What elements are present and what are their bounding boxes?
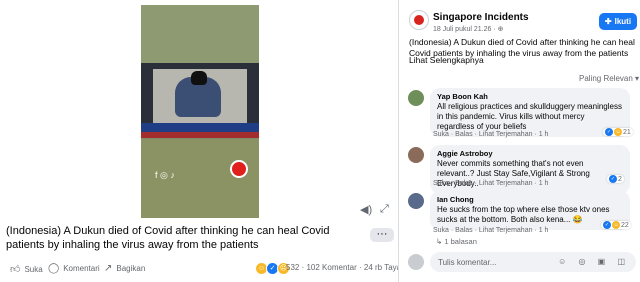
video-player[interactable]: f ◎ ♪ [0,0,398,218]
post-title: (Indonesia) A Dukun died of Covid after … [6,225,330,251]
comment-input[interactable]: Tulis komentar... ☺ ◎ ▣ ◫ [430,252,636,272]
video-scene-wall [141,5,259,65]
like-reaction-icon: ✓ [609,175,617,183]
post-timestamp[interactable]: 18 Juli pukul 21.26 · ⊕ [433,25,503,33]
page-avatar[interactable] [409,10,429,30]
comment-reaction-count[interactable]: ✓ ☺ 21 [603,128,633,136]
comment-bubble: Ian Chong He sucks from the top where el… [430,191,630,230]
haha-reaction-icon: ☺ [614,128,622,136]
comment-sort-dropdown[interactable]: Paling Relevan ▾ [579,74,639,83]
reaction-number: 21 [623,128,631,136]
comment-text: He sucks from the top where else those k… [437,205,610,224]
post-action-bar: 👍︎ Suka ◯ Komentari ↗ Bagikan ☺ ✓ ☹ 532 … [0,259,419,279]
volume-icon[interactable]: ◀) [360,203,372,216]
page-logo-icon [414,15,424,25]
facebook-video-post-view: f ◎ ♪ ◀) ⤢ (Indonesia) A Dukun died of C… [0,0,640,282]
share-label: Bagikan [116,264,146,273]
reaction-icons[interactable]: ☺ ✓ ☹ [255,262,290,275]
video-pane: f ◎ ♪ ◀) ⤢ (Indonesia) A Dukun died of C… [0,0,419,282]
expand-icon[interactable]: ⤢ [380,203,389,216]
comment-text: All religious practices and skullduggery… [437,102,622,131]
comment-count[interactable]: 102 Komentar [306,263,356,272]
current-user-avatar[interactable] [408,254,424,270]
commenter-name[interactable]: Yap Boon Kah [437,92,623,101]
commenter-avatar[interactable] [408,147,424,163]
commenter-name[interactable]: Aggie Astroboy [437,149,623,158]
comment-label: Komentari [63,264,100,273]
commenter-avatar[interactable] [408,90,424,106]
comment-icon: ◯ [48,263,60,274]
comment-composer: Tulis komentar... ☺ ◎ ▣ ◫ [408,252,640,272]
comment-bubble: Yap Boon Kah All religious practices and… [430,88,630,137]
reaction-number: 22 [621,221,629,229]
video-news-ticker [141,123,259,132]
comment-reaction-count[interactable]: ✓ ☺ 22 [601,221,631,229]
composer-icons[interactable]: ☺ ◎ ▣ ◫ [558,257,630,266]
comment-action[interactable]: ◯ Komentari [48,263,100,274]
video-frame[interactable]: f ◎ ♪ [141,5,259,218]
post-sidebar: Singapore Incidents 18 Juli pukul 21.26 … [398,0,640,282]
follow-icon: ✚ [604,17,612,26]
follow-label: Ikuti [614,17,632,26]
record-icon [230,160,248,178]
comment-actions[interactable]: Suka · Balas · Lihat Terjemahan · 1 h [433,131,548,138]
haha-reaction-icon: ☺ [612,221,620,229]
commenter-avatar[interactable] [408,193,424,209]
video-news-ticker-2 [141,132,259,138]
post-date-text: 18 Juli pukul 21.26 · [433,26,498,33]
share-icon: ↗ [104,263,113,274]
view-replies-link[interactable]: ↳ 1 balasan [436,237,477,246]
comment-reaction-count[interactable]: ✓ 2 [607,175,624,183]
comment-placeholder: Tulis komentar... [438,258,497,267]
commenter-name[interactable]: Ian Chong [437,195,623,204]
share-action[interactable]: ↗ Bagikan [104,263,145,274]
like-label: Suka [24,264,43,274]
follow-button[interactable]: ✚ Ikuti [599,13,637,30]
thumbs-up-icon: 👍︎ [10,264,21,275]
comment-actions[interactable]: Suka · Balas · Lihat Terjemahan · 1 h [433,227,548,234]
comment-actions[interactable]: Suka · Balas · Lihat Terjemahan · 1 h [433,180,548,187]
video-overlay-icons: f ◎ ♪ [155,170,175,180]
reaction-count[interactable]: 532 [286,263,299,272]
more-options-button[interactable]: ··· [370,228,394,242]
like-action[interactable]: 👍︎ Suka [10,263,43,275]
reaction-number: 2 [618,175,622,183]
globe-icon: ⊕ [497,26,504,33]
comment-item: Aggie Astroboy Never commits something t… [408,145,636,194]
page-name-link[interactable]: Singapore Incidents [433,12,529,23]
like-reaction-icon: ✓ [603,221,611,229]
see-more-link[interactable]: Lihat Selengkapnya [409,55,484,65]
like-reaction-icon: ✓ [605,128,613,136]
video-scene-head [191,71,207,85]
